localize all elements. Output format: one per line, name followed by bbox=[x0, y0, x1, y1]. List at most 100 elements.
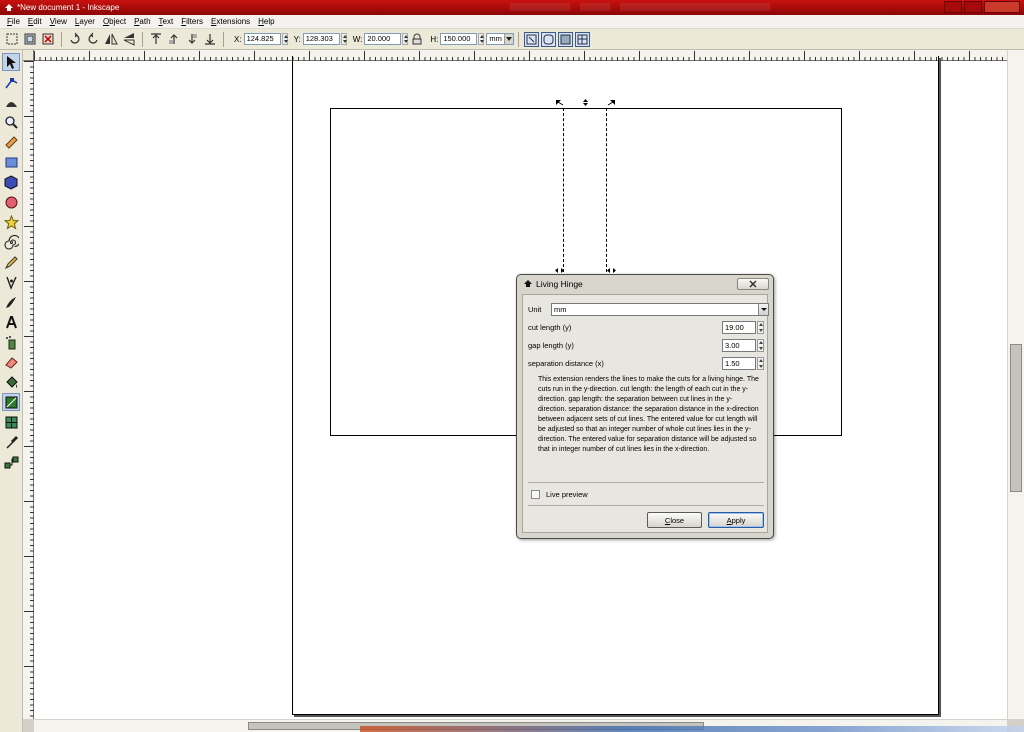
tweak-tool[interactable] bbox=[2, 93, 20, 111]
minimize-button[interactable] bbox=[944, 1, 962, 13]
connector-tool[interactable] bbox=[2, 453, 20, 471]
rotate-cw-icon[interactable] bbox=[86, 32, 100, 46]
eraser-icon bbox=[4, 356, 18, 369]
y-input[interactable]: 128.303 bbox=[302, 33, 340, 45]
menu-text[interactable]: Text bbox=[155, 17, 178, 26]
separation-spinner[interactable] bbox=[757, 357, 764, 370]
width-spinner[interactable] bbox=[402, 33, 409, 45]
x-spinner[interactable] bbox=[281, 33, 288, 45]
menu-path[interactable]: Path bbox=[130, 17, 154, 26]
gradient-icon bbox=[5, 396, 17, 408]
text-tool[interactable] bbox=[2, 313, 20, 331]
close-button[interactable]: Close bbox=[647, 512, 702, 528]
selector-tool[interactable] bbox=[2, 53, 20, 71]
height-spinner[interactable] bbox=[478, 33, 485, 45]
x-input[interactable]: 124.825 bbox=[243, 33, 281, 45]
flip-vertical-icon[interactable] bbox=[122, 32, 136, 46]
pencil-icon bbox=[4, 255, 18, 269]
ellipse-icon bbox=[5, 196, 17, 208]
deselect-icon[interactable] bbox=[41, 32, 55, 46]
star-tool[interactable] bbox=[2, 213, 20, 231]
measure-tool[interactable] bbox=[2, 133, 20, 151]
pencil-tool[interactable] bbox=[2, 253, 20, 271]
dialog-close-button[interactable] bbox=[737, 278, 769, 290]
raise-icon[interactable] bbox=[167, 32, 181, 46]
dialog-body: Unit mm cut length (y) 19.00 gap length … bbox=[522, 294, 769, 533]
toolbox bbox=[0, 50, 23, 732]
scale-handle-bottom-right-icon[interactable] bbox=[607, 267, 616, 274]
selection-bounding-box[interactable] bbox=[563, 108, 607, 272]
menu-filters[interactable]: Filters bbox=[177, 17, 207, 26]
live-preview-label: Live preview bbox=[546, 490, 588, 499]
height-input[interactable]: 150.000 bbox=[440, 33, 478, 45]
raise-to-top-icon[interactable] bbox=[149, 32, 163, 46]
w-label: W: bbox=[352, 34, 363, 44]
pen-tool[interactable] bbox=[2, 273, 20, 291]
unit-dropdown[interactable]: mm bbox=[551, 303, 769, 316]
living-hinge-dialog: Living Hinge Unit mm cut length (y) 19.0… bbox=[516, 274, 774, 539]
dialog-title-bar[interactable]: Living Hinge bbox=[517, 275, 773, 293]
ellipse-tool[interactable] bbox=[2, 193, 20, 211]
gradient-tool[interactable] bbox=[2, 393, 20, 411]
toolbar-separator bbox=[518, 31, 520, 47]
ruler-icon bbox=[4, 135, 18, 149]
scale-handle-bottom-left-icon[interactable] bbox=[555, 267, 564, 274]
gap-length-spinner[interactable] bbox=[757, 339, 764, 352]
scale-corners-toggle[interactable] bbox=[541, 31, 557, 47]
paint-bucket-tool[interactable] bbox=[2, 373, 20, 391]
title-ghost-text bbox=[510, 3, 570, 11]
live-preview-option[interactable]: Live preview bbox=[531, 490, 588, 499]
spray-icon bbox=[5, 335, 15, 349]
calligraphy-tool[interactable] bbox=[2, 293, 20, 311]
gap-length-row: gap length (y) 3.00 bbox=[528, 339, 764, 352]
spray-tool[interactable] bbox=[2, 333, 20, 351]
vertical-ruler[interactable] bbox=[23, 61, 34, 719]
lower-to-bottom-icon[interactable] bbox=[203, 32, 217, 46]
scale-handle-top-right-icon[interactable] bbox=[607, 99, 616, 106]
close-window-button[interactable] bbox=[984, 1, 1020, 13]
lock-ratio-icon[interactable] bbox=[410, 32, 422, 46]
lower-icon[interactable] bbox=[185, 32, 199, 46]
spiral-tool[interactable] bbox=[2, 233, 20, 251]
y-spinner[interactable] bbox=[340, 33, 347, 45]
spiral-icon bbox=[3, 234, 19, 250]
transform-patterns-toggle[interactable] bbox=[575, 31, 591, 47]
apply-button[interactable]: Apply bbox=[708, 512, 764, 528]
live-preview-checkbox[interactable] bbox=[531, 490, 540, 499]
mesh-tool[interactable] bbox=[2, 413, 20, 431]
3d-box-tool[interactable] bbox=[2, 173, 20, 191]
scale-stroke-toggle[interactable] bbox=[524, 31, 540, 47]
menu-bar: File Edit View Layer Object Path Text Fi… bbox=[0, 15, 1024, 29]
chevron-down-icon[interactable] bbox=[758, 304, 768, 315]
vertical-scrollbar-thumb[interactable] bbox=[1010, 344, 1022, 492]
vertical-scrollbar[interactable] bbox=[1007, 50, 1024, 719]
menu-edit[interactable]: Edit bbox=[24, 17, 46, 26]
node-icon bbox=[4, 77, 17, 88]
unit-select[interactable]: mm bbox=[486, 33, 515, 45]
eraser-tool[interactable] bbox=[2, 353, 20, 371]
transform-gradients-toggle[interactable] bbox=[558, 31, 574, 47]
menu-object[interactable]: Object bbox=[99, 17, 130, 26]
select-all-icon[interactable] bbox=[5, 32, 19, 46]
gap-length-input[interactable]: 3.00 bbox=[722, 339, 756, 352]
node-tool[interactable] bbox=[2, 73, 20, 91]
select-all-layers-icon[interactable] bbox=[23, 32, 37, 46]
dropper-tool[interactable] bbox=[2, 433, 20, 451]
rectangle-tool[interactable] bbox=[2, 153, 20, 171]
cut-length-spinner[interactable] bbox=[757, 321, 764, 334]
cut-length-input[interactable]: 19.00 bbox=[722, 321, 756, 334]
rotate-ccw-icon[interactable] bbox=[68, 32, 82, 46]
maximize-button[interactable] bbox=[964, 1, 982, 13]
scale-handle-top-icon[interactable] bbox=[581, 99, 590, 106]
separation-input[interactable]: 1.50 bbox=[722, 357, 756, 370]
menu-layer[interactable]: Layer bbox=[71, 17, 99, 26]
menu-help[interactable]: Help bbox=[254, 17, 278, 26]
menu-view[interactable]: View bbox=[46, 17, 71, 26]
menu-extensions[interactable]: Extensions bbox=[207, 17, 254, 26]
scale-handle-top-left-icon[interactable] bbox=[555, 99, 564, 106]
flip-horizontal-icon[interactable] bbox=[104, 32, 118, 46]
width-input[interactable]: 20.000 bbox=[364, 33, 402, 45]
menu-file[interactable]: File bbox=[3, 17, 24, 26]
close-button-label: Close bbox=[664, 515, 685, 525]
zoom-tool[interactable] bbox=[2, 113, 20, 131]
